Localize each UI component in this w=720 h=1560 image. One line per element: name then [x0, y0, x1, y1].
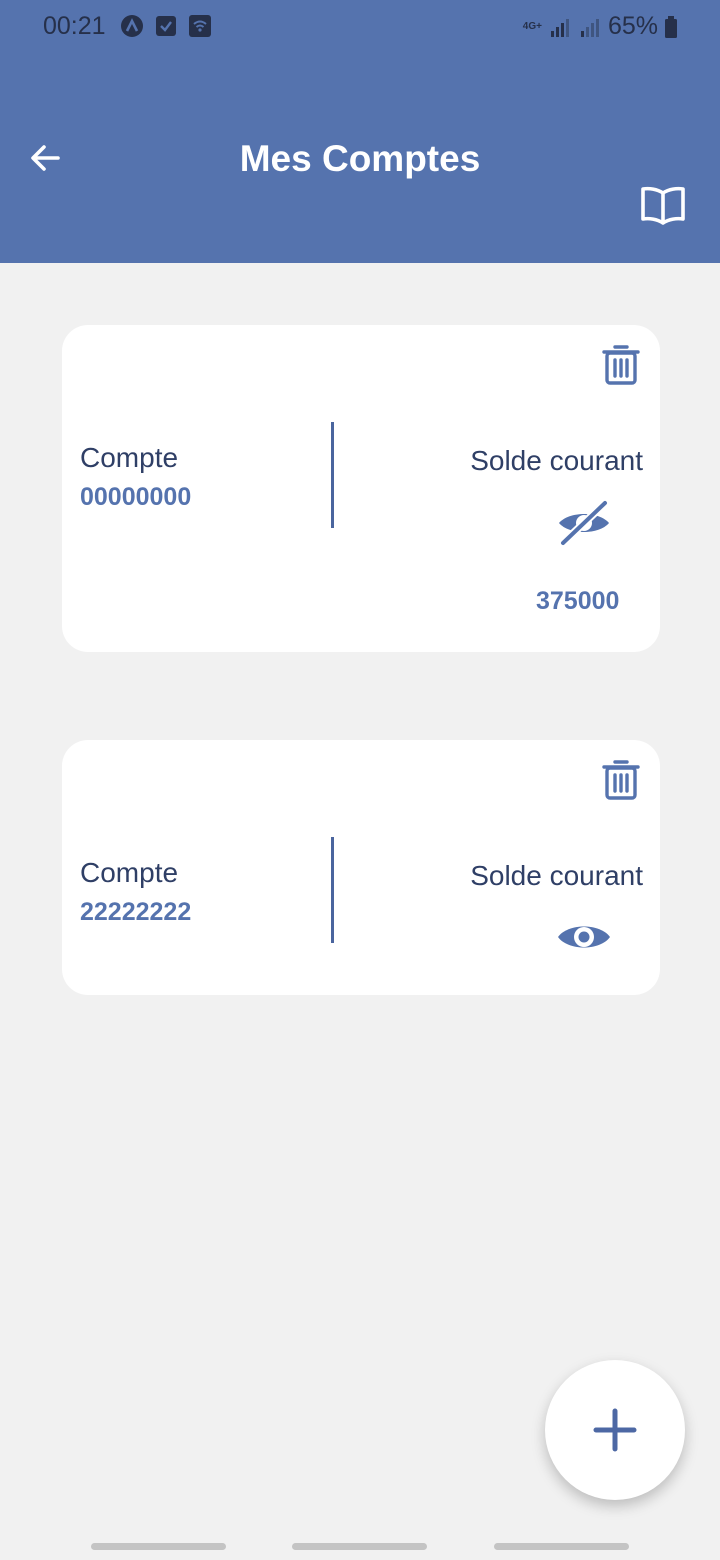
wifi-calling-icon [188, 14, 212, 38]
account-label: Compte [80, 857, 179, 888]
account-label: Compte [80, 442, 179, 473]
status-time: 00:21 [43, 12, 106, 40]
status-notification-icons [120, 14, 212, 38]
account-card[interactable]: Compte 00000000 Solde courant 375000 [62, 325, 660, 652]
card-divider [331, 837, 334, 943]
nav-home-button[interactable] [292, 1543, 427, 1550]
trash-icon [602, 345, 640, 385]
network-type-label: 4G+ [522, 21, 542, 32]
delete-account-button[interactable] [602, 345, 640, 387]
trash-icon [602, 760, 640, 800]
account-card[interactable]: Compte 22222222 Solde courant [62, 740, 660, 995]
eye-icon [558, 926, 610, 948]
balance-label: Solde courant [470, 445, 643, 476]
account-balance: 375000 [536, 587, 620, 615]
battery-percentage: 65% [607, 12, 658, 40]
toggle-balance-visibility-button[interactable] [555, 913, 613, 961]
app-header: 00:21 4G+ 65% Mes Comptes [0, 0, 720, 263]
toggle-balance-visibility-button[interactable] [555, 499, 613, 547]
card-divider [331, 422, 334, 528]
nav-recents-button[interactable] [91, 1543, 226, 1550]
system-navigation-bar [0, 1543, 720, 1551]
account-number: 22222222 [80, 898, 192, 926]
status-system-icons: 4G+ 65% [523, 12, 678, 41]
checkbox-icon [154, 14, 178, 38]
plus-icon [593, 1408, 637, 1452]
open-book-icon [641, 186, 685, 225]
battery-icon [664, 15, 678, 39]
delete-account-button[interactable] [602, 760, 640, 802]
nav-back-button[interactable] [494, 1543, 629, 1550]
book-button[interactable] [640, 185, 686, 227]
eye-off-icon [559, 499, 609, 547]
app-a-icon [120, 14, 144, 38]
account-number: 00000000 [80, 483, 192, 511]
add-account-button[interactable] [545, 1360, 685, 1500]
signal-icon [548, 15, 572, 39]
balance-label: Solde courant [470, 860, 643, 891]
status-bar: 00:21 4G+ 65% [0, 0, 720, 56]
signal-icon [578, 15, 602, 39]
page-title: Mes Comptes [239, 138, 481, 179]
